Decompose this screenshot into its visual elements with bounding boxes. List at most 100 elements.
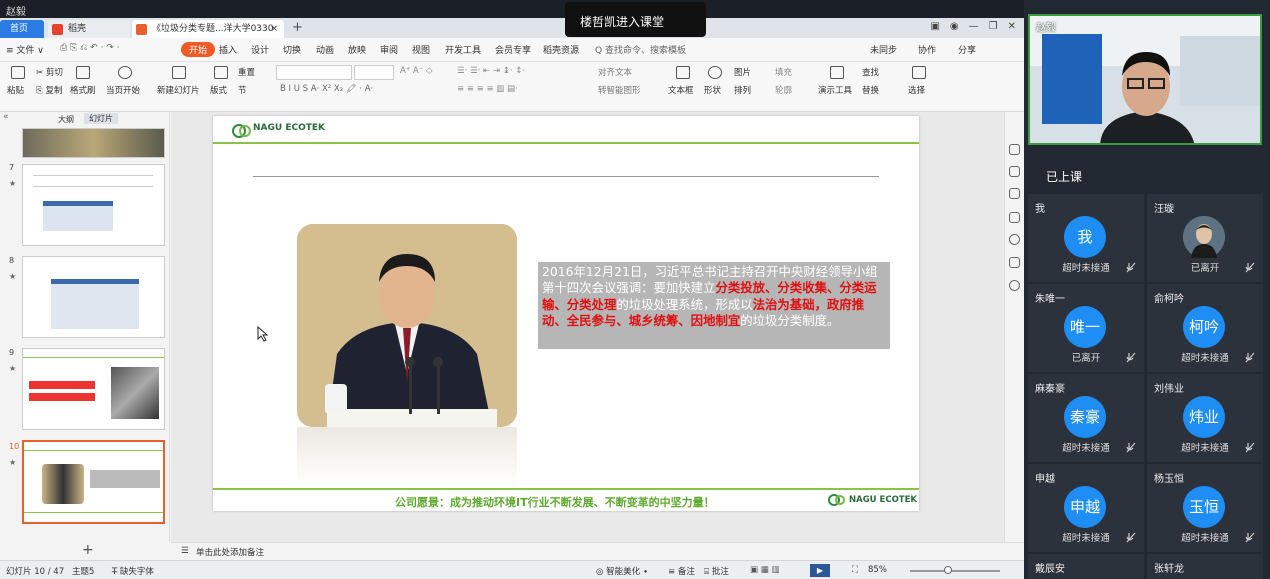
participant-card[interactable]: 张轩龙 xyxy=(1147,554,1263,579)
add-slide-button[interactable]: + xyxy=(82,542,94,558)
format-painter-label[interactable]: 格式刷 xyxy=(70,84,96,96)
slide-thumbnail-6[interactable] xyxy=(22,128,165,158)
slide-thumbnail-7[interactable] xyxy=(22,164,165,246)
current-slide[interactable]: NAGU ECOTEK 2016年12月21日，习近平总书记主持召开中央财经领导… xyxy=(213,116,919,511)
reset-button[interactable]: 重置 xyxy=(238,66,255,78)
settings-icon[interactable] xyxy=(1009,257,1020,268)
format-buttons[interactable]: B I U S A· X² X₂ 🖍 · A· xyxy=(280,84,373,94)
align-buttons[interactable]: ≡ ≡ ≡ ≡ ▥ ▤· xyxy=(457,84,518,94)
zoom-slider-knob[interactable] xyxy=(944,566,952,574)
menu-view[interactable]: 视图 xyxy=(412,43,430,56)
arrange-button[interactable]: 排列 xyxy=(734,84,751,96)
font-size-select[interactable] xyxy=(354,65,394,80)
adjust-icon[interactable] xyxy=(1009,166,1020,177)
shape-label[interactable]: 形状 xyxy=(704,84,721,96)
font-name-select[interactable] xyxy=(276,65,352,80)
select-label[interactable]: 选择 xyxy=(908,84,925,96)
play-slideshow-button[interactable]: ▶ xyxy=(810,564,830,577)
presentation-tools-icon[interactable] xyxy=(830,66,844,79)
pin-icon[interactable] xyxy=(1009,144,1020,155)
notes-bar[interactable]: ☰ 单击此处添加备注 xyxy=(171,542,1024,560)
command-search[interactable]: Q 查找命令、搜索模板 xyxy=(595,43,686,56)
view-mode-buttons[interactable]: ▣ ▦ ▥ xyxy=(750,565,780,575)
participant-card[interactable]: 俞柯吟 柯吟 超时未接通 xyxy=(1147,284,1263,372)
list-buttons[interactable]: ☰· ☰· ⇤ ⇥ ↨· ↕· xyxy=(457,66,525,76)
close-window-icon[interactable]: ✕ xyxy=(1008,21,1016,35)
zoom-slider[interactable] xyxy=(910,570,1000,572)
comments-toggle[interactable]: ⌸ 批注 xyxy=(704,565,729,577)
star-icon[interactable] xyxy=(1009,188,1020,199)
shape-icon[interactable] xyxy=(708,66,722,79)
layout-icon[interactable]: ▣ xyxy=(930,21,939,35)
select-icon[interactable] xyxy=(912,66,926,79)
tab-daoke[interactable]: 稻壳 xyxy=(48,20,130,38)
share-button[interactable]: 分享 xyxy=(958,43,976,56)
minimize-icon[interactable]: — xyxy=(969,21,979,35)
menu-daoke-resources[interactable]: 稻壳资源 xyxy=(543,43,579,56)
slide-thumbnail-9[interactable] xyxy=(22,348,165,430)
layout-label[interactable]: 版式 xyxy=(210,84,227,96)
tab-slides[interactable]: 幻灯片 xyxy=(84,113,118,124)
new-slide-label[interactable]: 新建幻灯片 xyxy=(157,84,200,96)
paste-label[interactable]: 粘贴 xyxy=(7,84,24,96)
find-button[interactable]: 查找 xyxy=(862,66,879,78)
missing-font-button[interactable]: T̶ 缺失字体 xyxy=(112,565,154,577)
play-icon[interactable] xyxy=(118,66,132,79)
copy-icon[interactable] xyxy=(1009,212,1020,223)
layout-icon[interactable] xyxy=(214,66,228,79)
notes-toggle[interactable]: ≡ 备注 xyxy=(668,565,695,577)
menu-file[interactable]: ≡ 文件 ∨ xyxy=(6,43,44,56)
presentation-tools-label[interactable]: 演示工具 xyxy=(818,84,852,96)
location-icon[interactable] xyxy=(1009,280,1020,291)
fit-icon[interactable]: ⛶ xyxy=(852,565,858,575)
copy-button[interactable]: ⎘ 复制 xyxy=(36,84,63,96)
sync-status[interactable]: 未同步 xyxy=(870,43,897,56)
quick-access-icons[interactable]: ⎙ ⎘ ⎌ ↶ · ↷ · xyxy=(60,43,120,53)
textbox-icon[interactable] xyxy=(676,66,690,79)
participant-card[interactable]: 朱唯一 唯一 已离开 xyxy=(1028,284,1144,372)
restore-icon[interactable]: ❐ xyxy=(989,21,998,35)
menu-slideshow[interactable]: 放映 xyxy=(348,43,366,56)
collapse-pane-icon[interactable]: « xyxy=(3,112,9,122)
paste-icon[interactable] xyxy=(11,66,25,79)
tab-presentation[interactable]: 《垃圾分类专题...洋大学0330 × xyxy=(132,20,284,38)
participant-card[interactable]: 我 我 超时未接通 xyxy=(1028,194,1144,282)
help-icon[interactable] xyxy=(1009,234,1020,245)
font-size-buttons[interactable]: A⁺ A⁻ ◇ xyxy=(400,66,433,76)
new-slide-icon[interactable] xyxy=(172,66,186,79)
menu-transition[interactable]: 切换 xyxy=(283,43,301,56)
menu-developer[interactable]: 开发工具 xyxy=(445,43,481,56)
smart-graphic-button[interactable]: 转智能图形 xyxy=(598,84,641,96)
participant-card[interactable]: 戴辰安 xyxy=(1028,554,1144,579)
menu-insert[interactable]: 插入 xyxy=(219,43,237,56)
participant-card[interactable]: 汪璇 已离开 xyxy=(1147,194,1263,282)
tab-home[interactable]: 首页 xyxy=(0,20,44,38)
fill-button[interactable]: 填充 xyxy=(775,66,792,78)
participant-card[interactable]: 刘伟业 炜业 超时未接通 xyxy=(1147,374,1263,462)
account-icon[interactable]: ◉ xyxy=(950,21,959,35)
participant-card[interactable]: 麻秦豪 秦豪 超时未接通 xyxy=(1028,374,1144,462)
text-align-button[interactable]: 对齐文本 xyxy=(598,66,632,78)
slide-thumbnail-10-selected[interactable] xyxy=(22,440,165,524)
zoom-level[interactable]: 85% xyxy=(868,565,887,575)
menu-start[interactable]: 开始 xyxy=(181,42,216,57)
textbox-label[interactable]: 文本框 xyxy=(668,84,694,96)
new-tab-button[interactable]: + xyxy=(292,20,303,35)
menu-design[interactable]: 设计 xyxy=(251,43,269,56)
play-from-current-label[interactable]: 当页开始 xyxy=(106,84,140,96)
menu-member[interactable]: 会员专享 xyxy=(495,43,531,56)
outline-button[interactable]: 轮廓 xyxy=(775,84,792,96)
menu-review[interactable]: 审阅 xyxy=(380,43,398,56)
smart-beautify-button[interactable]: ◎ 智能美化 ∙ xyxy=(596,565,648,577)
collaborate-button[interactable]: 协作 xyxy=(918,43,936,56)
format-painter-icon[interactable] xyxy=(76,66,90,79)
cut-button[interactable]: ✂ 剪切 xyxy=(36,66,63,78)
participant-card[interactable]: 杨玉恒 玉恒 超时未接通 xyxy=(1147,464,1263,552)
section-button[interactable]: 节 xyxy=(238,84,247,96)
close-tab-icon[interactable]: × xyxy=(270,20,278,38)
menu-animation[interactable]: 动画 xyxy=(316,43,334,56)
participant-card[interactable]: 申越 申越 超时未接通 xyxy=(1028,464,1144,552)
replace-button[interactable]: 替换 xyxy=(862,84,879,96)
picture-button[interactable]: 图片 xyxy=(734,66,751,78)
quote-box[interactable]: 2016年12月21日，习近平总书记主持召开中央财经领导小组第十四次会议强调：要… xyxy=(538,262,890,349)
